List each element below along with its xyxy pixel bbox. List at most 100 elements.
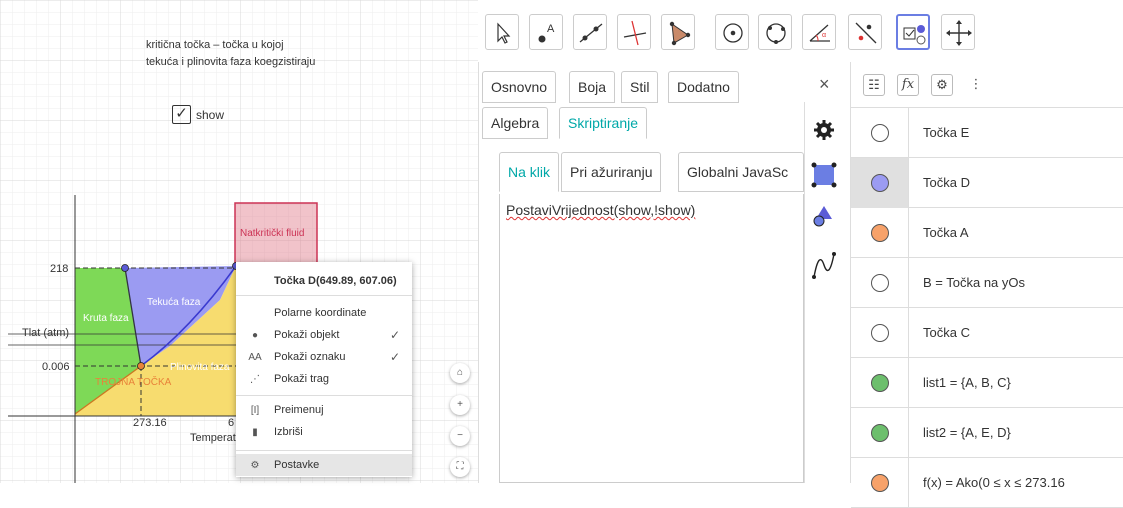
algebra-row[interactable]: Točka E	[851, 108, 1123, 158]
tab-skriptiranje[interactable]: Skriptiranje	[559, 107, 648, 139]
point-tool-button[interactable]: A	[529, 14, 563, 50]
y-tick-0006: 0.006	[42, 361, 70, 373]
visibility-toggle-icon[interactable]	[871, 224, 889, 242]
visibility-toggle-icon[interactable]	[871, 274, 889, 292]
tree-view-icon[interactable]: ☷	[863, 74, 885, 96]
circle-icon	[723, 23, 743, 43]
caption-line-1: kritična točka – točka u kojoj	[146, 39, 284, 51]
reflect-icon	[855, 22, 877, 44]
algebra-row-gutter[interactable]	[851, 308, 909, 358]
script-editor[interactable]: PostaviVrijednost(show,!show)	[499, 194, 804, 483]
show-checkbox[interactable]: ✓ show	[172, 105, 224, 124]
supercritical-label: Natkritički fluid	[240, 228, 305, 239]
fx-icon[interactable]: fx	[897, 74, 919, 96]
tab-stil[interactable]: Stil	[621, 71, 659, 103]
close-icon[interactable]: ×	[819, 74, 830, 95]
context-menu-title: Točka D(649.89, 607.06)	[236, 262, 412, 296]
checkmark-icon[interactable]: ✓	[172, 105, 191, 124]
algebra-row-text[interactable]: B = Točka na yOs	[923, 275, 1025, 290]
polygon-tool-button[interactable]	[661, 14, 695, 50]
y-tick-218: 218	[50, 263, 69, 275]
circle-three-points-tool-button[interactable]	[758, 14, 792, 50]
algebra-row-text[interactable]: Točka E	[923, 125, 969, 140]
tab-na-klik[interactable]: Na klik	[499, 152, 560, 192]
reflect-tool-button[interactable]	[848, 14, 882, 50]
graphics-view[interactable]: kritična točka – točka u kojoj tekuća i …	[0, 0, 478, 483]
algebra-row-gutter[interactable]	[851, 408, 909, 458]
solid-label: Kruta faza	[83, 313, 129, 324]
more-icon[interactable]: ⋮	[965, 74, 987, 96]
fullscreen-icon[interactable]: ⛶	[450, 457, 470, 477]
line-tool-button[interactable]	[573, 14, 607, 50]
perpendicular-icon	[623, 20, 647, 46]
perpendicular-tool-button[interactable]	[617, 14, 651, 50]
circle-tool-button[interactable]	[715, 14, 749, 50]
gear-icon[interactable]: ⚙	[931, 74, 953, 96]
point-b[interactable]	[121, 264, 129, 272]
visibility-toggle-icon[interactable]	[871, 474, 889, 492]
algebra-row-text[interactable]: list1 = {A, B, C}	[923, 375, 1011, 390]
move-view-icon	[946, 20, 972, 46]
angle-tool-button[interactable]: α	[802, 14, 836, 50]
checkbox-tool-icon	[903, 25, 926, 45]
visibility-toggle-icon[interactable]	[871, 424, 889, 442]
tab-osnovno[interactable]: Osnovno	[482, 71, 557, 103]
algebra-row[interactable]: B = Točka na yOs	[851, 258, 1123, 308]
shapes-icon[interactable]	[813, 206, 832, 227]
tab-algebra[interactable]: Algebra	[482, 107, 549, 139]
point-a[interactable]	[137, 362, 145, 370]
algebra-row-gutter[interactable]	[851, 158, 909, 208]
menu-settings[interactable]: ⚙ Postavke	[236, 454, 412, 476]
tab-pri-azuriranju[interactable]: Pri ažuriranju	[561, 152, 662, 192]
algebra-row-gutter[interactable]	[851, 208, 909, 258]
algebra-row-gutter[interactable]	[851, 258, 909, 308]
algebra-row[interactable]: f(x) = Ako(0 ≤ x ≤ 273.16	[851, 458, 1123, 508]
graphics-view-icon[interactable]	[811, 162, 837, 188]
tab-boja[interactable]: Boja	[569, 71, 616, 103]
visibility-toggle-icon[interactable]	[871, 374, 889, 392]
angle-icon: α	[809, 24, 830, 42]
cursor-arrow-icon	[497, 22, 511, 44]
visibility-toggle-icon[interactable]	[871, 324, 889, 342]
show-object-icon: ●	[251, 329, 259, 341]
checkbox-tool-button[interactable]	[896, 14, 930, 50]
menu-delete[interactable]: ▮ Izbriši	[236, 421, 412, 443]
algebra-view: ☷ fx ⚙ ⋮ Točka E Točka D Točka A B = Točka …	[850, 62, 1123, 508]
x-tick-partial: 6	[228, 417, 235, 429]
algebra-row[interactable]: Točka C	[851, 308, 1123, 358]
algebra-row-gutter[interactable]	[851, 108, 909, 158]
zoom-out-icon[interactable]: −	[450, 426, 470, 446]
zoom-in-icon[interactable]: +	[450, 395, 470, 415]
point-icon: A	[538, 23, 555, 43]
home-icon[interactable]: ⌂	[450, 363, 470, 383]
algebra-row[interactable]: list2 = {A, E, D}	[851, 408, 1123, 458]
visibility-toggle-icon[interactable]	[871, 124, 889, 142]
visibility-toggle-icon[interactable]	[871, 174, 889, 192]
algebra-row-text[interactable]: Točka A	[923, 225, 969, 240]
algebra-row-text[interactable]: list2 = {A, E, D}	[923, 425, 1011, 440]
svg-text:A: A	[547, 23, 555, 35]
algebra-row-text[interactable]: Točka C	[923, 325, 970, 340]
move-view-tool-button[interactable]	[941, 14, 975, 50]
algebra-row[interactable]: Točka D	[851, 158, 1123, 208]
algebra-row-text[interactable]: Točka D	[923, 175, 970, 190]
polygon-icon	[669, 21, 691, 46]
menu-show-object[interactable]: ● Pokaži objekt ✓	[236, 324, 412, 346]
tab-dodatno[interactable]: Dodatno	[668, 71, 739, 103]
menu-polar-coordinates[interactable]: Polarne koordinate	[236, 302, 412, 324]
menu-show-trace[interactable]: ⋰ Pokaži trag	[236, 368, 412, 390]
function-icon[interactable]	[812, 252, 836, 279]
show-label-icon: AA	[248, 351, 262, 363]
algebra-row-gutter[interactable]	[851, 358, 909, 408]
algebra-row[interactable]: Točka A	[851, 208, 1123, 258]
gear-icon: ⚙	[250, 459, 260, 471]
check-icon: ✓	[389, 350, 400, 364]
gear-icon[interactable]	[814, 120, 834, 140]
tab-globalni-javascript[interactable]: Globalni JavaSc	[678, 152, 804, 192]
move-tool-button[interactable]	[485, 14, 519, 50]
algebra-row[interactable]: list1 = {A, B, C}	[851, 358, 1123, 408]
gas-label: Plinovita faza	[170, 362, 230, 373]
menu-show-label[interactable]: AA Pokaži oznaku ✓	[236, 346, 412, 368]
algebra-row-gutter[interactable]	[851, 458, 909, 508]
menu-rename[interactable]: [I] Preimenuj	[236, 399, 412, 421]
